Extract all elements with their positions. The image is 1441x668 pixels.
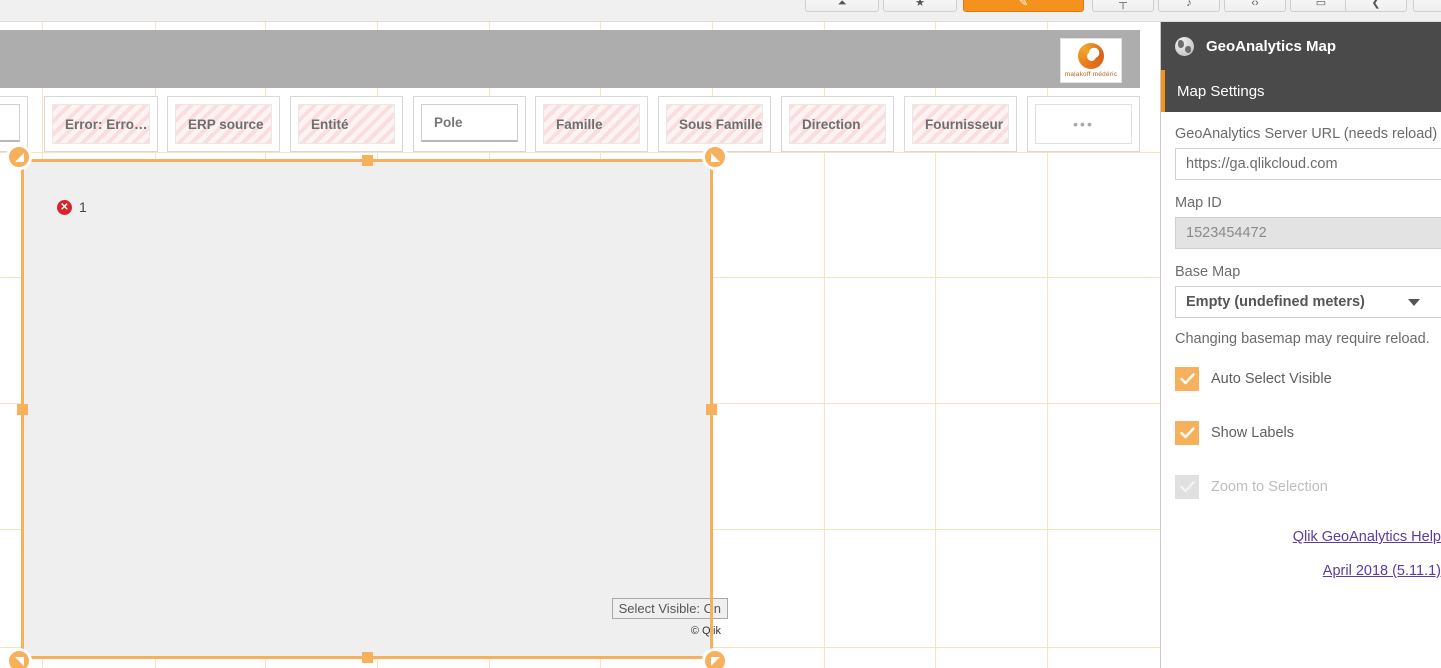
chevron-left-icon: ❮ — [1371, 0, 1381, 9]
swirl-icon — [1078, 43, 1104, 69]
sheet-canvas[interactable]: malakoff médéric é Error: Erro… ERP sour… — [0, 22, 1160, 668]
edit-sheet-tool-button[interactable]: ✎ — [963, 0, 1084, 12]
globe-icon — [1175, 36, 1194, 56]
select-tool-icon: ⏶ — [837, 0, 847, 9]
auto-select-visible-row[interactable]: Auto Select Visible — [1175, 367, 1441, 391]
check-icon — [1179, 481, 1195, 493]
filter-pane-label: Fournisseur — [925, 116, 1004, 132]
insert-tool-icon: ┬ — [1119, 0, 1127, 9]
property-panel: GeoAnalytics Map Map Settings GeoAnalyti… — [1160, 22, 1441, 668]
resize-handle-right[interactable] — [706, 404, 717, 415]
filter-pane-label: Entité — [311, 116, 349, 132]
map-settings-section-title: Map Settings — [1177, 82, 1265, 100]
shape-tool-icon: ♪ — [1186, 0, 1192, 9]
resize-handle-bottom-right[interactable] — [702, 648, 728, 668]
logo-label: malakoff médéric — [1064, 71, 1118, 78]
property-panel-header: GeoAnalytics Map — [1161, 22, 1441, 70]
filter-pane-label: Direction — [802, 116, 861, 132]
code-tool-button[interactable]: ‹› — [1224, 0, 1286, 12]
container-tool-icon: ▭ — [1315, 0, 1327, 9]
basemap-hint: Changing basemap may require reload. — [1175, 331, 1430, 347]
banner-object[interactable]: malakoff médéric — [0, 30, 1140, 88]
filter-pane-entite[interactable]: Entité — [290, 96, 403, 152]
version-link-row: April 2018 (5.11.1) — [1197, 563, 1441, 597]
filter-pane-label: Error: Erro… — [65, 116, 148, 132]
filter-pane-partial[interactable]: é — [0, 96, 28, 152]
show-labels-label: Show Labels — [1211, 425, 1295, 441]
show-labels-checkbox[interactable] — [1175, 421, 1199, 445]
edit-sheet-tool-icon: ✎ — [1018, 0, 1029, 9]
next-sheet-button[interactable]: ❯ — [1413, 0, 1441, 12]
property-panel-body: GeoAnalytics Server URL (needs reload) M… — [1161, 112, 1441, 597]
toolbar-group-insert: ┬ ♪ ‹› ▭ — [1092, 0, 1356, 12]
toolbar-group-prev: ❮ — [1345, 0, 1411, 12]
auto-select-visible-label: Auto Select Visible — [1211, 371, 1332, 387]
filter-pane-row: é Error: Erro… ERP source Entité Pole — [0, 96, 1140, 152]
qlik-geoanalytics-help-link[interactable]: Qlik GeoAnalytics Help — [1293, 529, 1441, 545]
zoom-to-selection-checkbox — [1175, 475, 1199, 499]
base-map-label: Base Map — [1175, 264, 1241, 280]
code-tool-icon: ‹› — [1251, 0, 1259, 9]
malakoff-mederic-logo: malakoff médéric — [1060, 38, 1122, 83]
resize-handle-left[interactable] — [17, 404, 28, 415]
filter-pane-label: Pole — [434, 115, 463, 130]
container-tool-button[interactable]: ▭ — [1290, 0, 1352, 12]
resize-handle-bottom[interactable] — [362, 652, 373, 663]
check-icon — [1179, 373, 1195, 385]
insert-tool-button[interactable]: ┬ — [1092, 0, 1154, 12]
zoom-to-selection-row: Zoom to Selection — [1175, 475, 1441, 499]
map-id-input[interactable] — [1175, 217, 1441, 249]
filter-pane-direction[interactable]: Direction — [781, 96, 894, 152]
object-selection-frame — [6, 144, 728, 668]
filter-pane-error[interactable]: Error: Erro… — [44, 96, 158, 152]
resize-handle-top-left[interactable] — [6, 144, 32, 170]
filter-pane-label: Sous Famille — [679, 116, 762, 132]
base-map-selected-value: Empty (undefined meters) — [1186, 294, 1365, 310]
resize-handle-top-right[interactable] — [702, 144, 728, 170]
filter-pane-erp-source[interactable]: ERP source — [167, 96, 280, 152]
toolbar-group-select: ⏶ — [805, 0, 883, 12]
property-panel-title: GeoAnalytics Map — [1206, 37, 1337, 55]
filter-pane-pole[interactable]: Pole — [413, 96, 526, 152]
top-toolbar: ⏶ ★ ✎ ┬ ♪ ‹› ▭ ❮ ❯ — [0, 0, 1441, 22]
bookmark-tool-button[interactable]: ★ — [883, 0, 957, 12]
filter-pane-label: ERP source — [188, 116, 264, 132]
toolbar-group-bookmark: ★ — [883, 0, 961, 12]
check-icon — [1179, 427, 1195, 439]
chevron-down-icon — [1408, 299, 1420, 306]
prev-sheet-button[interactable]: ❮ — [1345, 0, 1407, 12]
chevron-right-icon: ❯ — [1414, 0, 1441, 9]
auto-select-visible-checkbox[interactable] — [1175, 367, 1199, 391]
version-link[interactable]: April 2018 (5.11.1) — [1323, 563, 1441, 579]
map-id-label: Map ID — [1175, 195, 1222, 211]
server-url-label: GeoAnalytics Server URL (needs reload) — [1175, 126, 1438, 142]
resize-handle-top[interactable] — [362, 155, 373, 166]
filter-pane-overflow[interactable]: ••• — [1027, 96, 1140, 152]
toolbar-group-next: ❯ — [1413, 0, 1441, 12]
zoom-to-selection-label: Zoom to Selection — [1211, 479, 1328, 495]
select-tool-button[interactable]: ⏶ — [805, 0, 879, 12]
map-settings-section-header[interactable]: Map Settings — [1161, 70, 1441, 112]
show-labels-row[interactable]: Show Labels — [1175, 421, 1441, 445]
more-options-icon: ••• — [1073, 116, 1094, 132]
filter-pane-famille[interactable]: Famille — [535, 96, 648, 152]
help-link-row: Qlik GeoAnalytics Help — [1175, 529, 1441, 563]
base-map-select[interactable]: Empty (undefined meters) — [1175, 286, 1441, 318]
panel-links: Qlik GeoAnalytics Help April 2018 (5.11.… — [1175, 529, 1441, 597]
bookmark-tool-icon: ★ — [915, 0, 925, 9]
toolbar-group-edit: ✎ — [963, 0, 1088, 12]
resize-handle-bottom-left[interactable] — [6, 648, 32, 668]
filter-pane-fournisseur[interactable]: Fournisseur — [904, 96, 1017, 152]
filter-pane-label: Famille — [556, 116, 603, 132]
shape-tool-button[interactable]: ♪ — [1158, 0, 1220, 12]
server-url-input[interactable] — [1175, 148, 1441, 180]
